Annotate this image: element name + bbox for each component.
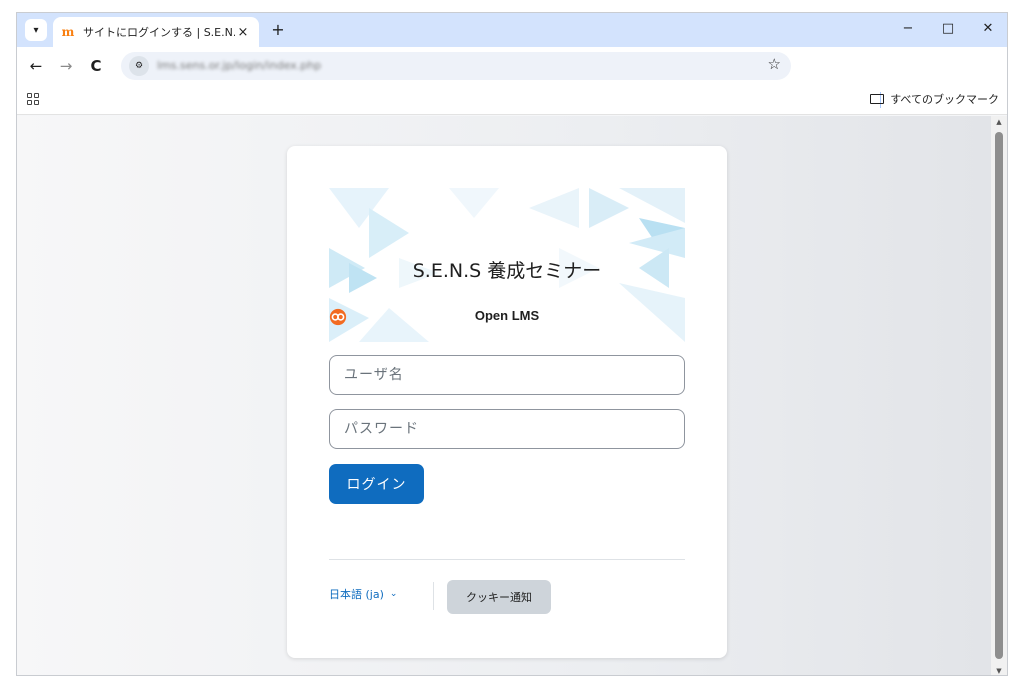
forward-button[interactable]: →	[55, 55, 77, 77]
site-name: S.E.N.S 養成セミナー	[412, 260, 602, 282]
divider	[329, 559, 685, 560]
language-select[interactable]: 日本語 (ja) ⌄	[329, 586, 397, 602]
tab-title: サイトにログインする | S.E.N.S	[83, 26, 235, 39]
browser-toolbar: ← → C ⚙ lms.sens.or.jp/login/index.php ☆	[17, 47, 1007, 85]
bookmarks-bar: すべてのブックマーク	[17, 85, 1007, 115]
chevron-down-icon: ▾	[33, 24, 39, 36]
folder-icon	[870, 94, 885, 104]
minimize-button[interactable]: −	[893, 17, 923, 41]
close-window-button[interactable]: ✕	[973, 17, 1003, 41]
star-icon[interactable]: ☆	[768, 55, 781, 73]
browser-window: ▾ m サイトにログインする | S.E.N.S × + − □ ✕ ← → C…	[16, 12, 1008, 676]
language-label: 日本語 (ja)	[329, 588, 384, 601]
scroll-thumb[interactable]	[995, 132, 1003, 659]
password-input[interactable]	[329, 409, 685, 449]
footer-separator	[433, 582, 434, 610]
login-banner: S.E.N.S 養成セミナー Open LMS	[329, 188, 685, 342]
reload-button[interactable]: C	[85, 55, 107, 77]
moodle-icon: m	[61, 25, 75, 39]
scroll-up-icon[interactable]: ▲	[995, 118, 1003, 126]
tab-search-button[interactable]: ▾	[25, 19, 47, 41]
username-input[interactable]	[329, 355, 685, 395]
tab-active[interactable]: m サイトにログインする | S.E.N.S ×	[53, 17, 259, 47]
brand-name: Open LMS	[474, 308, 540, 323]
address-bar[interactable]: ⚙ lms.sens.or.jp/login/index.php ☆	[121, 52, 791, 80]
maximize-button[interactable]: □	[933, 17, 963, 41]
login-card: S.E.N.S 養成セミナー Open LMS ログイン 日本語 (ja) ⌄	[287, 146, 727, 658]
new-tab-button[interactable]: +	[267, 19, 289, 41]
apps-icon[interactable]	[27, 93, 39, 105]
page-scrollbar[interactable]: ▲ ▼	[991, 116, 1007, 675]
open-lms-logo-icon	[329, 308, 347, 326]
brand-logo: Open LMS	[329, 308, 685, 326]
all-bookmarks-button[interactable]: すべてのブックマーク	[870, 91, 999, 107]
chevron-down-icon: ⌄	[389, 589, 398, 599]
cookie-notice-button[interactable]: クッキー通知	[447, 580, 551, 614]
close-tab-icon[interactable]: ×	[235, 25, 251, 40]
url-text[interactable]: lms.sens.or.jp/login/index.php	[157, 59, 321, 72]
scroll-down-icon[interactable]: ▼	[995, 667, 1003, 675]
all-bookmarks-label: すべてのブックマーク	[890, 93, 999, 106]
tab-strip: ▾ m サイトにログインする | S.E.N.S × + − □ ✕	[17, 13, 1007, 47]
back-button[interactable]: ←	[25, 55, 47, 77]
tune-icon[interactable]: ⚙	[129, 56, 149, 76]
page-content: S.E.N.S 養成セミナー Open LMS ログイン 日本語 (ja) ⌄	[17, 116, 993, 675]
login-button[interactable]: ログイン	[329, 464, 424, 504]
